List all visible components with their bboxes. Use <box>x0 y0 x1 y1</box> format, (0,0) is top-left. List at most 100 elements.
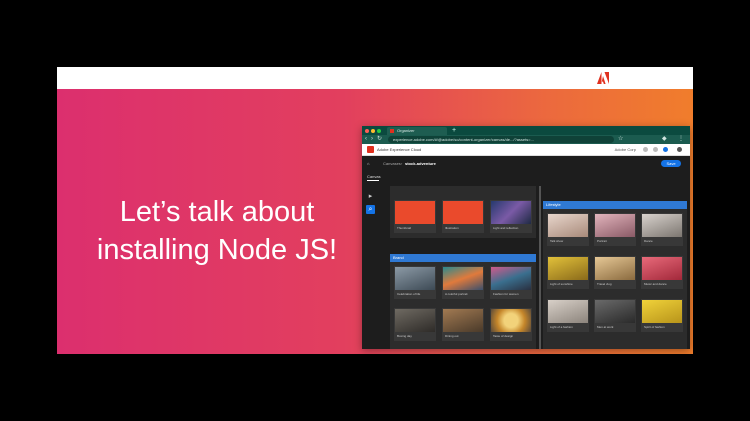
app-title: Adobe Experience Cloud <box>377 147 422 152</box>
browser-tab[interactable]: Organizer <box>387 127 447 135</box>
asset-thumbnail <box>491 267 531 290</box>
vertical-scrollbar[interactable] <box>539 186 541 349</box>
headline-line-2: installing Node JS! <box>96 234 338 266</box>
asset-caption: Dance <box>644 239 653 243</box>
headline-line-1: Let’s talk about <box>119 196 315 228</box>
browser-tab-title: Organizer <box>397 128 415 133</box>
browser-window-screenshot: Organizer + ‹ › ↻ experience.adobe.com/#… <box>362 126 690 349</box>
address-bar[interactable]: experience.adobe.com/#/@adobe/so/content… <box>388 136 614 143</box>
home-icon[interactable]: ⌂ <box>367 161 369 166</box>
asset-caption: Light of a fashion <box>550 325 573 329</box>
asset-card[interactable]: Taste of design <box>490 308 532 341</box>
cursor-icon[interactable]: ▸ <box>366 192 375 201</box>
adobe-app-logo-icon <box>367 146 374 153</box>
breadcrumb-canvases[interactable]: Canvases <box>383 161 401 166</box>
extensions-icon[interactable]: ◆ <box>662 135 667 144</box>
minimize-window-icon[interactable] <box>371 129 375 133</box>
asset-card[interactable]: Light of sunshine <box>547 256 589 289</box>
browser-toolbar: ‹ › ↻ experience.adobe.com/#/@adobe/so/c… <box>362 135 690 144</box>
asset-thumbnail <box>395 201 435 224</box>
asset-card[interactable]: Dining out <box>442 308 484 341</box>
asset-caption: Boxing day <box>397 334 412 338</box>
asset-caption: Talk show <box>550 239 564 243</box>
app-header: Adobe Experience Cloud Adobe Corp <box>362 144 690 156</box>
asset-card[interactable]: Portrait <box>594 213 636 246</box>
breadcrumb-separator: › <box>401 161 403 166</box>
notifications-icon[interactable] <box>663 147 668 152</box>
asset-card[interactable]: Men at work <box>594 299 636 332</box>
canvas-toolbar: ⌂ Canvases › stock-adventure Save <box>362 156 690 172</box>
asset-caption: Men at work <box>597 325 614 329</box>
slide-headline: Let’s talk about installing Node JS! <box>87 193 347 269</box>
search-icon[interactable]: ⌕ <box>366 205 375 214</box>
asset-thumbnail <box>548 300 588 323</box>
reload-icon[interactable]: ↻ <box>377 135 382 144</box>
slide-top-bar <box>57 67 693 89</box>
asset-caption: Travel vlog <box>597 282 612 286</box>
asset-caption: Spirit of fashion <box>644 325 665 329</box>
asset-caption: Illustration <box>445 226 459 230</box>
help-icon[interactable] <box>653 147 658 152</box>
back-icon[interactable]: ‹ <box>365 135 367 144</box>
asset-card[interactable]: Dance <box>641 213 683 246</box>
asset-card[interactable]: Fashion for women <box>490 266 532 299</box>
asset-caption: Portrait <box>597 239 607 243</box>
asset-card[interactable]: Celebration of life <box>394 266 436 299</box>
asset-caption: Light and reflection <box>493 226 519 230</box>
board-panel-top[interactable]: Thumbnail Illustration Light and reflect… <box>390 186 536 238</box>
asset-thumbnail <box>443 309 483 332</box>
asset-thumbnail <box>642 257 682 280</box>
apps-icon[interactable] <box>643 147 648 152</box>
asset-card[interactable]: A colorful portrait <box>442 266 484 299</box>
new-tab-icon[interactable]: + <box>452 126 456 135</box>
asset-thumbnail <box>595 214 635 237</box>
breadcrumb-current: stock-adventure <box>405 161 436 166</box>
asset-thumbnail <box>548 257 588 280</box>
presentation-slide: Let’s talk about installing Node JS! Org… <box>57 67 693 354</box>
asset-caption: Celebration of life <box>397 292 421 296</box>
asset-thumbnail <box>395 309 435 332</box>
asset-thumbnail <box>642 300 682 323</box>
save-button[interactable]: Save <box>661 160 681 167</box>
asset-caption: Thumbnail <box>397 226 412 230</box>
gradient-hero: Let’s talk about installing Node JS! Org… <box>57 89 693 354</box>
asset-card[interactable]: Light of a fashion <box>547 299 589 332</box>
asset-caption: Dining out <box>445 334 459 338</box>
forward-icon[interactable]: › <box>371 135 373 144</box>
panel-header-brand: Brand <box>390 254 536 262</box>
board-panel-brand[interactable]: Brand Celebration of life A colorful por… <box>390 254 536 349</box>
browser-tab-strip: Organizer + <box>362 126 690 135</box>
asset-caption: Taste of design <box>493 334 514 338</box>
asset-thumbnail <box>642 214 682 237</box>
asset-thumbnail <box>595 257 635 280</box>
asset-caption: Music and dance <box>644 282 667 286</box>
asset-thumbnail <box>491 201 531 224</box>
maximize-window-icon[interactable] <box>377 129 381 133</box>
asset-thumbnail <box>491 309 531 332</box>
asset-card[interactable]: Light and reflection <box>490 200 532 233</box>
star-icon[interactable]: ☆ <box>618 135 623 144</box>
asset-caption: Light of sunshine <box>550 282 573 286</box>
menu-icon[interactable]: ⋮ <box>678 135 684 144</box>
close-window-icon[interactable] <box>365 129 369 133</box>
tab-canvas[interactable]: Canvas <box>367 174 381 179</box>
asset-card[interactable]: Talk show <box>547 213 589 246</box>
panel-header-lifestyle: Lifestyle <box>543 201 687 209</box>
asset-caption: A colorful portrait <box>445 292 468 296</box>
tab-underline <box>367 180 379 181</box>
asset-card[interactable]: Illustration <box>442 200 484 233</box>
asset-card[interactable]: Thumbnail <box>394 200 436 233</box>
asset-caption: Fashion for women <box>493 292 519 296</box>
asset-thumbnail <box>443 201 483 224</box>
board-panel-lifestyle[interactable]: Lifestyle Talk show Portrait Dance Light… <box>543 201 687 349</box>
avatar[interactable] <box>677 147 682 152</box>
asset-thumbnail <box>548 214 588 237</box>
asset-card[interactable]: Music and dance <box>641 256 683 289</box>
asset-thumbnail <box>595 300 635 323</box>
asset-card[interactable]: Travel vlog <box>594 256 636 289</box>
adobe-favicon-icon <box>390 129 394 133</box>
org-switcher[interactable]: Adobe Corp <box>615 147 636 152</box>
asset-card[interactable]: Boxing day <box>394 308 436 341</box>
asset-card[interactable]: Spirit of fashion <box>641 299 683 332</box>
asset-thumbnail <box>395 267 435 290</box>
